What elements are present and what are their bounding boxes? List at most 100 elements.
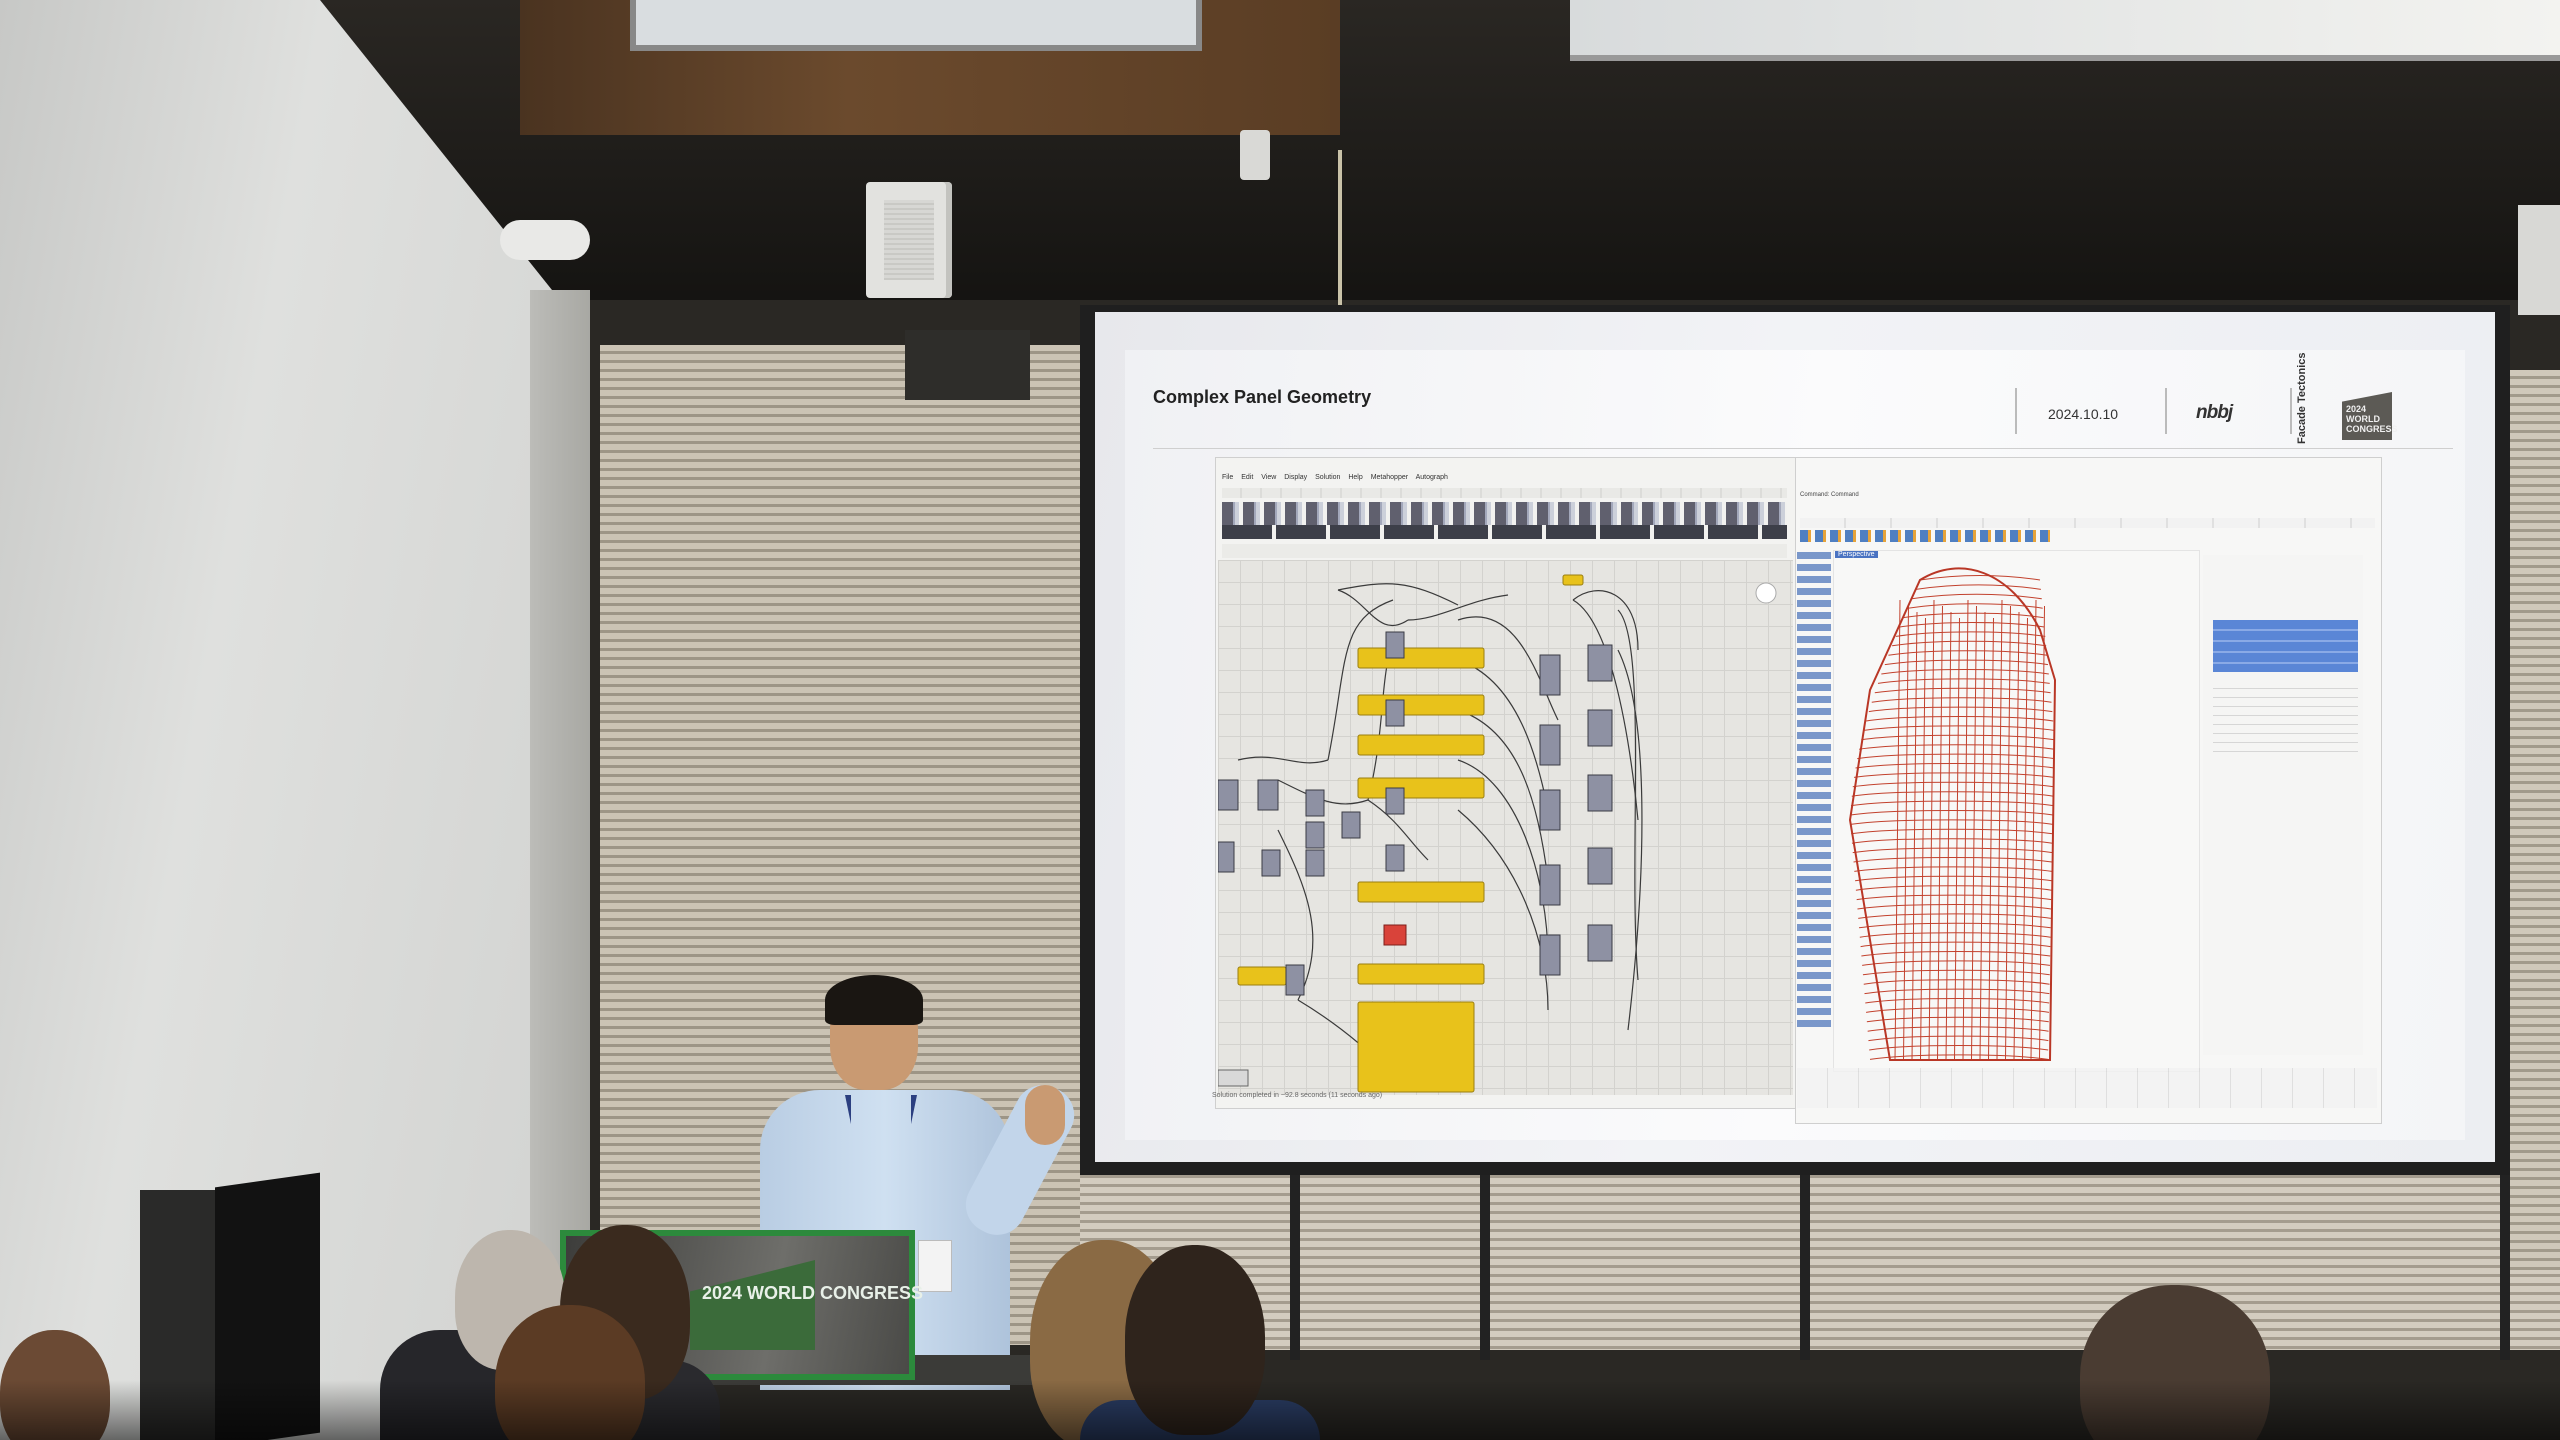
security-camera — [1240, 130, 1270, 180]
gh-panel — [1562, 574, 1584, 586]
gh-panel — [1357, 881, 1485, 903]
rhino-tower-model — [1848, 567, 2057, 1061]
screen-bracket — [905, 330, 1030, 400]
tower-mullion — [1962, 599, 1969, 1061]
tower-floor-band — [1865, 998, 2050, 1004]
gh-component — [1587, 709, 1613, 747]
podium-logo-text: 2024 WORLD CONGRESS — [702, 1283, 924, 1303]
gh-panel — [1357, 1001, 1475, 1093]
rhino-toolbar-tabs — [1800, 518, 2375, 528]
tower-floor-band — [1862, 969, 2050, 976]
tower-floor-band — [1859, 744, 2055, 750]
window-mullion — [1480, 1160, 1490, 1360]
slide-header-rule — [1153, 448, 2453, 449]
rhino-layer-list — [2213, 680, 2358, 760]
gh-panel — [1237, 966, 1287, 986]
gh-component — [1257, 779, 1279, 811]
tower-floor-band — [1877, 678, 2050, 684]
tower-floor-band — [1850, 819, 2053, 825]
tower-outline — [1848, 567, 2057, 1061]
tower-floor-band — [1857, 753, 2055, 760]
gh-component — [1587, 847, 1613, 885]
tower-floor-band — [1851, 838, 2053, 844]
gh-component — [1341, 811, 1361, 839]
tower-mullion — [1911, 611, 1918, 1061]
tower-floor-band — [1915, 584, 2041, 590]
tower-floor-band — [1903, 612, 2044, 619]
tower-floor-band — [1867, 1026, 2049, 1032]
header-divider — [2165, 388, 2167, 434]
gh-component — [1218, 841, 1235, 873]
tower-floor-band — [1881, 669, 2049, 675]
gh-component — [1385, 631, 1405, 659]
tower-floor-band — [1866, 716, 2054, 722]
gh-yellow-panels — [1237, 574, 1584, 1093]
tower-floor-band — [1856, 894, 2052, 901]
window-blinds — [2505, 370, 2560, 1270]
rhino-sidebar-tools — [1797, 552, 1831, 1032]
gh-component — [1305, 821, 1325, 849]
projector-mount — [500, 220, 590, 260]
gh-component — [1539, 789, 1561, 831]
event-logo-text: 2024 WORLD CONGRESS — [2346, 404, 2398, 434]
ceiling-light — [630, 0, 1202, 51]
hanging-cable — [1338, 150, 1342, 320]
foreground-shadow — [0, 1380, 2560, 1440]
tower-floor-band — [1892, 640, 2047, 647]
tower-floor-band — [1863, 979, 2050, 985]
tower-mullion — [2022, 617, 2028, 1061]
speaker-grill — [884, 200, 934, 280]
ceiling-light — [1570, 0, 2560, 61]
tower-floor-band — [1866, 1007, 2050, 1013]
tower-mullion — [2030, 599, 2037, 1061]
window-blinds — [1080, 1160, 2560, 1350]
gh-component — [1218, 779, 1239, 811]
grasshopper-definition-graph — [1218, 574, 1777, 1093]
tower-floor-band — [1884, 659, 2049, 666]
tower-floor-band — [1851, 791, 2054, 797]
gh-component — [1285, 964, 1305, 996]
tower-mullion — [2005, 605, 2011, 1061]
tower-mullion — [1903, 605, 1909, 1061]
rhino-layer-selection — [2213, 620, 2358, 672]
tower-floor-band — [1854, 866, 2052, 872]
grasshopper-tabs — [1222, 488, 1787, 498]
tower-mullion — [1928, 599, 1935, 1061]
gh-component — [1539, 934, 1561, 976]
rhino-viewport-label: Perspective — [1835, 551, 1878, 558]
gh-component — [1539, 864, 1561, 906]
tower-floor-band — [1869, 1054, 2049, 1060]
tower-floor-band — [1907, 603, 2043, 609]
gh-component — [1539, 654, 1561, 696]
gh-component — [1385, 699, 1405, 727]
slide-title: Complex Panel Geometry — [1153, 387, 1372, 407]
gh-panel — [1357, 963, 1485, 985]
gh-component — [1587, 774, 1613, 812]
grasshopper-toolbar-sections — [1222, 525, 1787, 539]
gh-component — [1587, 924, 1613, 962]
tower-floor-band — [1855, 875, 2052, 882]
rhino-toolbar — [1800, 530, 2050, 542]
gh-corner-widget — [1218, 1069, 1249, 1087]
tower-floor-band — [1869, 1045, 2049, 1051]
gh-component — [1385, 787, 1405, 815]
event-logo-side-text: Facade Tectonics — [2296, 352, 2308, 445]
grasshopper-menubar: File Edit View Display Solution Help Met… — [1222, 474, 1448, 481]
tower-floor-band — [1857, 904, 2052, 910]
header-divider — [2015, 388, 2017, 434]
tower-floor-band — [1866, 1016, 2049, 1023]
tower-mullion — [2013, 611, 2020, 1061]
tower-mullion — [1971, 605, 1977, 1061]
gh-component — [1261, 849, 1281, 877]
rhino-command-line: Command: Command — [1800, 492, 1859, 498]
nbbj-logo: nbbj — [2196, 402, 2233, 423]
tower-floor-band — [1899, 622, 2045, 628]
tower-floor-band — [1858, 913, 2052, 919]
window-mullion — [1290, 1160, 1300, 1360]
presenter-hand — [1025, 1085, 1065, 1145]
gh-panel — [1357, 777, 1485, 799]
tower-floor-band — [1919, 575, 2041, 581]
gh-component — [1539, 724, 1561, 766]
tower-floor-band — [1868, 706, 2053, 713]
tower-floor-band — [1859, 932, 2051, 938]
